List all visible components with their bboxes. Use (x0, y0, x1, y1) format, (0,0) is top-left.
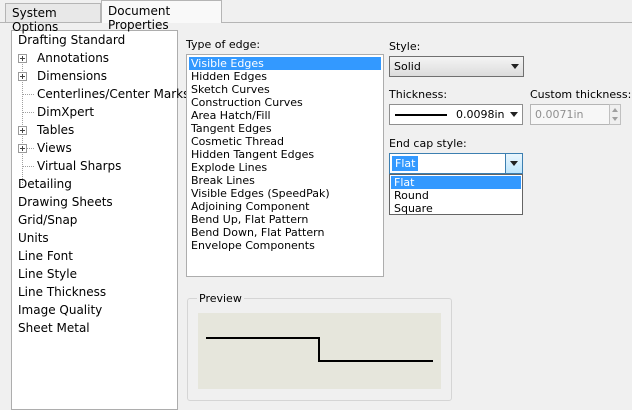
list-item[interactable]: Envelope Components (189, 239, 381, 252)
list-item[interactable]: Visible Edges (SpeedPak) (189, 187, 381, 200)
tree-connector (22, 166, 34, 167)
tab-system-options[interactable]: System Options (5, 3, 101, 34)
expand-icon[interactable] (18, 144, 27, 153)
tree-item-units[interactable]: Units (18, 229, 49, 247)
tree-item-views[interactable]: Views (37, 139, 72, 157)
properties-tree: Drafting Standard Annotations Dimensions… (11, 30, 189, 410)
custom-thickness-input[interactable]: 0.0071in (530, 104, 610, 125)
line-preview-graphic (206, 337, 433, 362)
tree-item-annotations[interactable]: Annotations (37, 49, 109, 67)
tree-item-tables[interactable]: Tables (37, 121, 74, 139)
type-of-edge-list[interactable]: Visible Edges Hidden Edges Sketch Curves… (186, 54, 384, 277)
spin-arrows-icon[interactable] (609, 104, 621, 125)
list-item[interactable]: Bend Down, Flat Pattern (189, 226, 381, 239)
thickness-label: Thickness: (389, 88, 448, 101)
custom-thickness-label: Custom thickness: (530, 88, 632, 101)
list-item[interactable]: Tangent Edges (189, 122, 381, 135)
chevron-down-icon[interactable] (507, 57, 523, 76)
list-item[interactable]: Construction Curves (189, 96, 381, 109)
tree-item-detailing[interactable]: Detailing (18, 175, 72, 193)
line-sample-icon (395, 114, 447, 116)
option-flat[interactable]: Flat (391, 176, 521, 189)
thickness-dropdown[interactable]: 0.0098in (389, 104, 523, 125)
tree-item-grid-snap[interactable]: Grid/Snap (18, 211, 77, 229)
list-item[interactable]: Area Hatch/Fill (189, 109, 381, 122)
expand-icon[interactable] (18, 126, 27, 135)
end-cap-value: Flat (392, 156, 419, 171)
list-item[interactable]: Hidden Edges (189, 70, 381, 83)
tree-item-line-thickness[interactable]: Line Thickness (18, 283, 106, 301)
end-cap-style-label: End cap style: (389, 137, 467, 150)
tree-item-dimensions[interactable]: Dimensions (37, 67, 107, 85)
list-item[interactable]: Bend Up, Flat Pattern (189, 213, 381, 226)
preview-line (206, 337, 433, 362)
tree-connector (22, 112, 34, 113)
list-item[interactable]: Visible Edges (189, 57, 381, 70)
preview-label: Preview (197, 292, 244, 305)
chevron-down-icon[interactable] (506, 105, 522, 124)
option-square[interactable]: Square (391, 202, 521, 215)
tree-item-line-style[interactable]: Line Style (18, 265, 77, 283)
preview-canvas (198, 313, 441, 389)
style-label: Style: (389, 40, 421, 53)
tree-item-virtual-sharps[interactable]: Virtual Sharps (37, 157, 121, 175)
tree-item-line-font[interactable]: Line Font (18, 247, 73, 265)
tree-connector (22, 94, 34, 95)
style-value: Solid (394, 60, 421, 73)
options-tab-strip: System Options Document Properties (0, 0, 632, 34)
list-item[interactable]: Break Lines (189, 174, 381, 187)
list-item[interactable]: Adjoining Component (189, 200, 381, 213)
list-item[interactable]: Sketch Curves (189, 83, 381, 96)
tree-item-centerlines[interactable]: Centerlines/Center Marks (37, 85, 189, 103)
tree-item-dimxpert[interactable]: DimXpert (37, 103, 94, 121)
tab-document-properties[interactable]: Document Properties (101, 0, 222, 32)
type-of-edge-label: Type of edge: (186, 38, 261, 51)
end-cap-style-dropdown[interactable]: Flat (389, 153, 523, 174)
style-dropdown[interactable]: Solid (389, 56, 524, 77)
expand-icon[interactable] (18, 72, 27, 81)
thickness-value: 0.0098in (456, 108, 505, 121)
tree-item-drawing-sheets[interactable]: Drawing Sheets (18, 193, 113, 211)
tree-item-image-quality[interactable]: Image Quality (18, 301, 102, 319)
option-round[interactable]: Round (391, 189, 521, 202)
end-cap-options-list: Flat Round Square (389, 174, 523, 215)
list-item[interactable]: Explode Lines (189, 161, 381, 174)
chevron-down-icon[interactable] (505, 154, 522, 173)
list-item[interactable]: Cosmetic Thread (189, 135, 381, 148)
expand-icon[interactable] (18, 54, 27, 63)
tree-item-sheet-metal[interactable]: Sheet Metal (18, 319, 90, 337)
list-item[interactable]: Hidden Tangent Edges (189, 148, 381, 161)
